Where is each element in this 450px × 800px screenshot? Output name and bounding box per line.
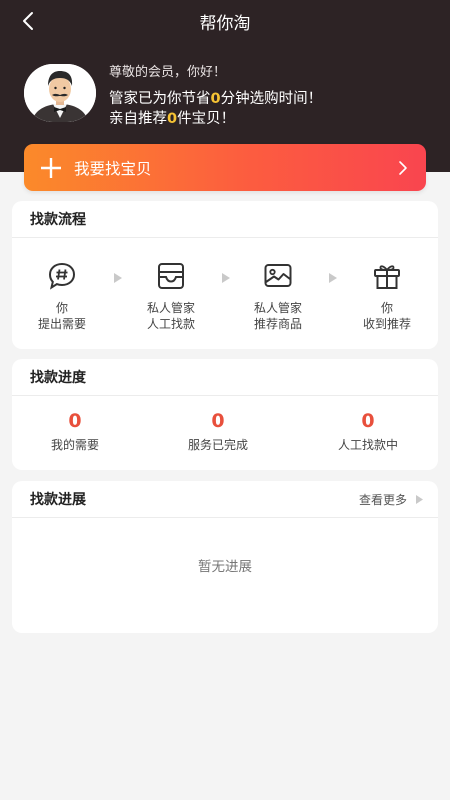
saved-time-line: 管家已为你节省0分钟选购时间！ <box>109 91 323 107</box>
recommend-count-value: 0 <box>167 111 178 127</box>
progress-title: 找款进度 <box>30 370 86 386</box>
step-butler-search: 私人管家 人工找款 <box>121 261 221 332</box>
process-card-header: 找款流程 <box>12 201 438 238</box>
step-label: 私人管家 推荐商品 <box>253 301 302 331</box>
empty-state-text: 暂无进展 <box>198 559 252 575</box>
development-card-header: 找款进展 查看更多 <box>12 481 438 518</box>
nav-bar: 帮你淘 <box>0 0 450 42</box>
progress-stats: 0 我的需要 0 服务已完成 0 人工找款中 <box>12 396 438 470</box>
view-more-link[interactable]: 查看更多 <box>359 491 424 508</box>
stat-label: 服务已完成 <box>187 438 248 452</box>
process-steps: 你 提出需要 私人管家 人工找款 私人管家 推荐商品 你 收到推荐 <box>12 238 438 349</box>
back-arrow-icon[interactable] <box>18 10 40 32</box>
step-label: 你 收到推荐 <box>362 301 411 331</box>
image-icon <box>264 264 292 287</box>
hashtag-chat-icon <box>48 262 76 290</box>
progress-card-header: 找款进度 <box>12 359 438 396</box>
view-more-label: 查看更多 <box>358 493 407 507</box>
triangle-right-icon <box>416 495 423 504</box>
find-item-button[interactable]: 我要找宝贝 <box>24 144 426 191</box>
wallet-box-icon <box>158 263 184 289</box>
butler-avatar-icon <box>24 64 96 122</box>
stat-value: 0 <box>211 410 225 432</box>
find-item-label: 我要找宝贝 <box>74 159 152 178</box>
greeting-text: 尊敬的会员，你好！ <box>109 65 227 80</box>
recommend-count-line: 亲自推荐0件宝贝！ <box>109 111 236 127</box>
development-card: 找款进展 查看更多 暂无进展 <box>12 481 438 633</box>
saved-minutes-value: 0 <box>210 91 221 107</box>
step-label: 私人管家 人工找款 <box>146 301 195 331</box>
process-title: 找款流程 <box>30 212 86 228</box>
stat-my-needs[interactable]: 0 我的需要 <box>15 410 135 453</box>
gift-icon <box>374 265 400 289</box>
stat-value: 0 <box>361 410 375 432</box>
process-card: 找款流程 你 提出需要 私人管家 人工找款 私人管家 推荐商品 你 收到推荐 <box>12 201 438 349</box>
progress-card: 找款进度 0 我的需要 0 服务已完成 0 人工找款中 <box>12 359 438 470</box>
plus-icon <box>41 157 61 178</box>
stat-completed[interactable]: 0 服务已完成 <box>158 410 278 453</box>
stat-label: 我的需要 <box>50 438 99 452</box>
butler-avatar <box>24 64 96 122</box>
stat-label: 人工找款中 <box>337 438 398 452</box>
stat-in-progress[interactable]: 0 人工找款中 <box>308 410 428 453</box>
step-receive-recommend: 你 收到推荐 <box>337 261 437 332</box>
step-butler-recommend: 私人管家 推荐商品 <box>228 261 328 332</box>
stat-value: 0 <box>68 410 82 432</box>
step-submit-need: 你 提出需要 <box>12 261 112 332</box>
greeting-block: 尊敬的会员，你好！ 管家已为你节省0分钟选购时间！ 亲自推荐0件宝贝！ <box>109 61 322 129</box>
development-title: 找款进展 <box>30 492 86 508</box>
page-title: 帮你淘 <box>199 13 251 34</box>
step-label: 你 提出需要 <box>37 301 86 331</box>
chevron-right-icon <box>399 161 407 175</box>
